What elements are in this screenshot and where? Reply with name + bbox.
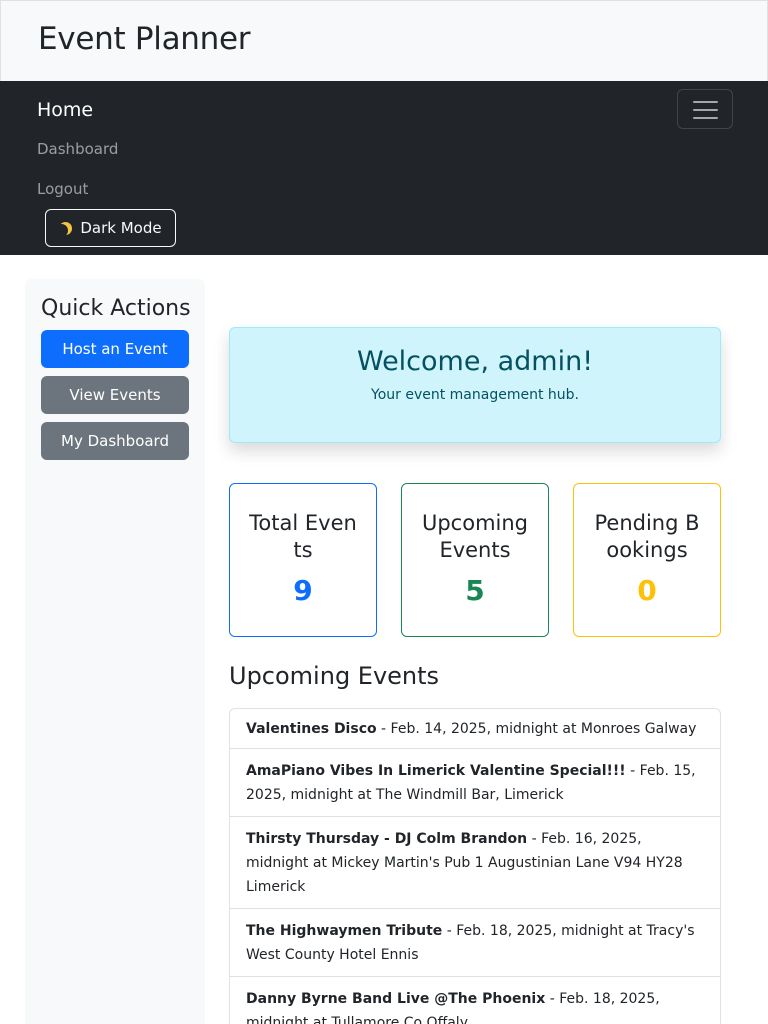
navbar-toggler-button[interactable] <box>677 89 733 129</box>
event-details: - Feb. 14, 2025, midnight at Monroes Gal… <box>376 721 697 737</box>
upcoming-events-heading: Upcoming Events <box>229 662 440 690</box>
site-title: Event Planner <box>38 21 251 57</box>
event-name: The Highwaymen Tribute <box>246 923 443 939</box>
event-name: Thirsty Thursday - DJ Colm Brandon <box>246 831 528 847</box>
hamburger-menu-icon <box>693 109 718 111</box>
nav-home-link[interactable]: Home <box>37 99 93 121</box>
sidebar-title: Quick Actions <box>41 296 191 321</box>
stat-value: 0 <box>637 574 657 607</box>
list-item: AmaPiano Vibes In Limerick Valentine Spe… <box>230 748 720 816</box>
stat-label: Total Events <box>249 511 357 562</box>
my-dashboard-button[interactable]: My Dashboard <box>41 422 189 460</box>
stat-value: 9 <box>293 574 313 607</box>
nav-dashboard-link[interactable]: Dashboard <box>37 140 118 158</box>
list-item: The Highwaymen Tribute - Feb. 18, 2025, … <box>230 908 720 976</box>
hamburger-menu-icon <box>693 117 718 119</box>
nav-logout-link[interactable]: Logout <box>37 180 88 198</box>
stat-card-upcoming-events: Upcoming Events 5 <box>401 483 549 637</box>
navbar: Home Dashboard Logout Dark Mode <box>0 81 768 255</box>
welcome-title: Welcome, admin! <box>356 346 594 377</box>
welcome-alert: Welcome, admin! Your event management hu… <box>229 327 721 443</box>
stat-card-total-events: Total Events 9 <box>229 483 377 637</box>
dark-mode-toggle-button[interactable]: Dark Mode <box>45 209 176 247</box>
dark-mode-label: Dark Mode <box>80 219 162 237</box>
event-name: AmaPiano Vibes In Limerick Valentine Spe… <box>246 763 626 779</box>
host-event-button[interactable]: Host an Event <box>41 330 189 368</box>
site-header: Event Planner <box>0 0 768 81</box>
event-name: Danny Byrne Band Live @The Phoenix <box>246 991 546 1007</box>
event-name: Valentines Disco <box>246 721 377 737</box>
welcome-subtitle: Your event management hub. <box>371 387 579 403</box>
quick-actions-sidebar: Quick Actions Host an Event View Events … <box>25 279 205 1024</box>
stat-card-pending-bookings: Pending Bookings 0 <box>573 483 721 637</box>
stat-value: 5 <box>465 574 485 607</box>
stat-label: Pending Bookings <box>594 511 700 562</box>
moon-icon <box>55 224 68 237</box>
stat-label: Upcoming Events <box>421 511 529 562</box>
list-item: Danny Byrne Band Live @The Phoenix - Feb… <box>230 976 720 1024</box>
upcoming-events-list: Valentines Disco - Feb. 14, 2025, midnig… <box>229 708 721 1024</box>
view-events-button[interactable]: View Events <box>41 376 189 414</box>
hamburger-menu-icon <box>693 101 718 103</box>
list-item: Valentines Disco - Feb. 14, 2025, midnig… <box>230 709 720 748</box>
list-item: Thirsty Thursday - DJ Colm Brandon - Feb… <box>230 816 720 908</box>
